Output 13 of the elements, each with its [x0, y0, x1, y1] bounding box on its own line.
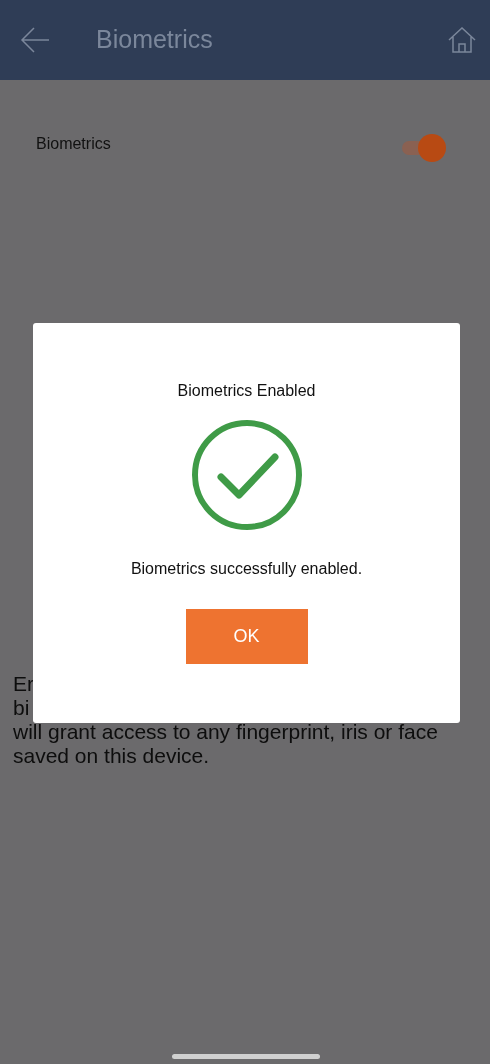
- description-text: bi: [13, 696, 30, 720]
- description-text: Er: [13, 672, 34, 696]
- toggle-switch[interactable]: [402, 134, 446, 162]
- dialog-title: Biometrics Enabled: [176, 381, 317, 401]
- page-title: Biometrics: [96, 24, 213, 56]
- checkmark-icon: [190, 419, 303, 531]
- setting-label: Biometrics: [36, 134, 111, 154]
- description-text: saved on this device.: [13, 744, 210, 768]
- dialog-message: Biometrics successfully enabled.: [129, 559, 364, 579]
- back-icon[interactable]: [20, 26, 50, 54]
- ok-button[interactable]: OK: [185, 609, 308, 664]
- home-icon[interactable]: [448, 27, 476, 53]
- description-text: will grant access to any fingerprint, iris or face: [13, 720, 438, 744]
